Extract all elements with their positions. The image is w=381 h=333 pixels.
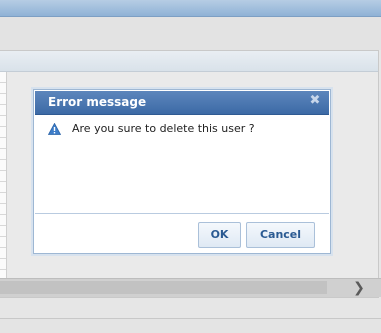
background-grid-rows — [0, 72, 7, 278]
dialog-footer: OK Cancel — [35, 214, 329, 252]
scrollbar-thumb[interactable] — [0, 281, 327, 294]
background-panel-header — [0, 51, 378, 72]
app-top-bar — [0, 0, 381, 17]
warning-icon — [48, 123, 61, 135]
dialog-title: Error message — [48, 95, 147, 109]
scroll-right-arrow-icon[interactable]: ❯ — [351, 280, 367, 296]
cancel-button[interactable]: Cancel — [246, 222, 315, 248]
close-icon[interactable]: ✖ — [308, 94, 322, 108]
horizontal-scrollbar[interactable]: ❯ — [0, 278, 381, 297]
dialog-titlebar[interactable]: Error message ✖ — [35, 91, 329, 115]
bottom-panel-strip — [0, 318, 381, 333]
app-toolbar-area — [0, 17, 381, 50]
dialog-body: Are you sure to delete this user ? — [35, 115, 329, 213]
ok-button[interactable]: OK — [198, 222, 241, 248]
dialog-message: Are you sure to delete this user ? — [72, 122, 255, 135]
error-dialog: Error message ✖ Are you sure to delete t… — [33, 89, 331, 254]
